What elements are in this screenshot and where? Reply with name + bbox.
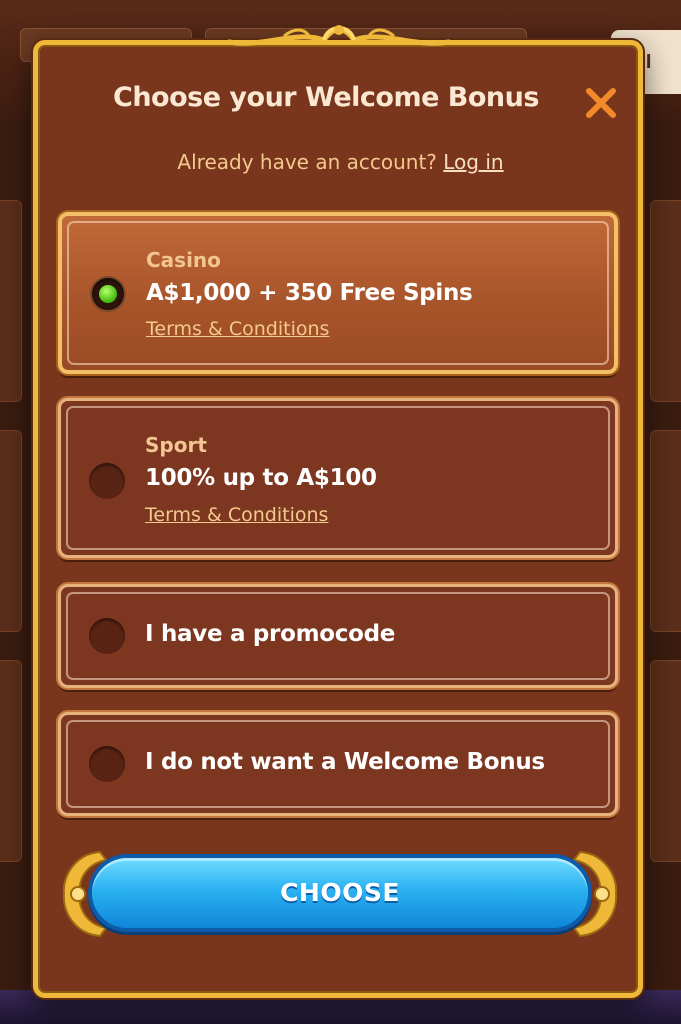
- option-label: I have a promocode: [145, 621, 396, 647]
- choose-button-frame: CHOOSE: [60, 848, 620, 940]
- terms-link[interactable]: Terms & Conditions: [145, 504, 328, 526]
- option-category: Casino: [146, 248, 221, 272]
- login-link[interactable]: Log in: [443, 150, 503, 174]
- option-offer: 100% up to A$100: [145, 465, 377, 491]
- terms-link[interactable]: Terms & Conditions: [146, 318, 329, 340]
- bonus-option-sport[interactable]: Sport 100% up to A$100 Terms & Condition…: [58, 398, 618, 558]
- bonus-option-casino[interactable]: Casino A$1,000 + 350 Free Spins Terms & …: [58, 212, 618, 374]
- bonus-option-none[interactable]: I do not want a Welcome Bonus: [58, 712, 618, 816]
- background-tile: [0, 200, 22, 402]
- background-tile: [650, 430, 681, 632]
- choose-button[interactable]: CHOOSE: [88, 854, 592, 932]
- option-offer: A$1,000 + 350 Free Spins: [146, 280, 473, 306]
- radio-button-casino[interactable]: [90, 276, 126, 312]
- gold-ornament-icon: [226, 25, 452, 46]
- background-tile: [650, 200, 681, 402]
- radio-button-sport[interactable]: [89, 463, 125, 499]
- background-tile: [650, 660, 681, 862]
- radio-button-promocode[interactable]: [89, 618, 125, 654]
- modal-title: Choose your Welcome Bonus: [113, 82, 539, 113]
- option-category: Sport: [145, 433, 207, 457]
- background-tile: [0, 660, 22, 862]
- bonus-option-promocode[interactable]: I have a promocode: [58, 584, 618, 688]
- option-label: I do not want a Welcome Bonus: [145, 749, 545, 775]
- radio-selected-dot: [99, 285, 117, 303]
- close-x-icon[interactable]: [582, 84, 620, 122]
- background-tile: [0, 430, 22, 632]
- radio-button-none[interactable]: [89, 746, 125, 782]
- login-prompt-line: Already have an account? Log in: [0, 150, 681, 174]
- login-prompt-text: Already have an account?: [177, 150, 437, 174]
